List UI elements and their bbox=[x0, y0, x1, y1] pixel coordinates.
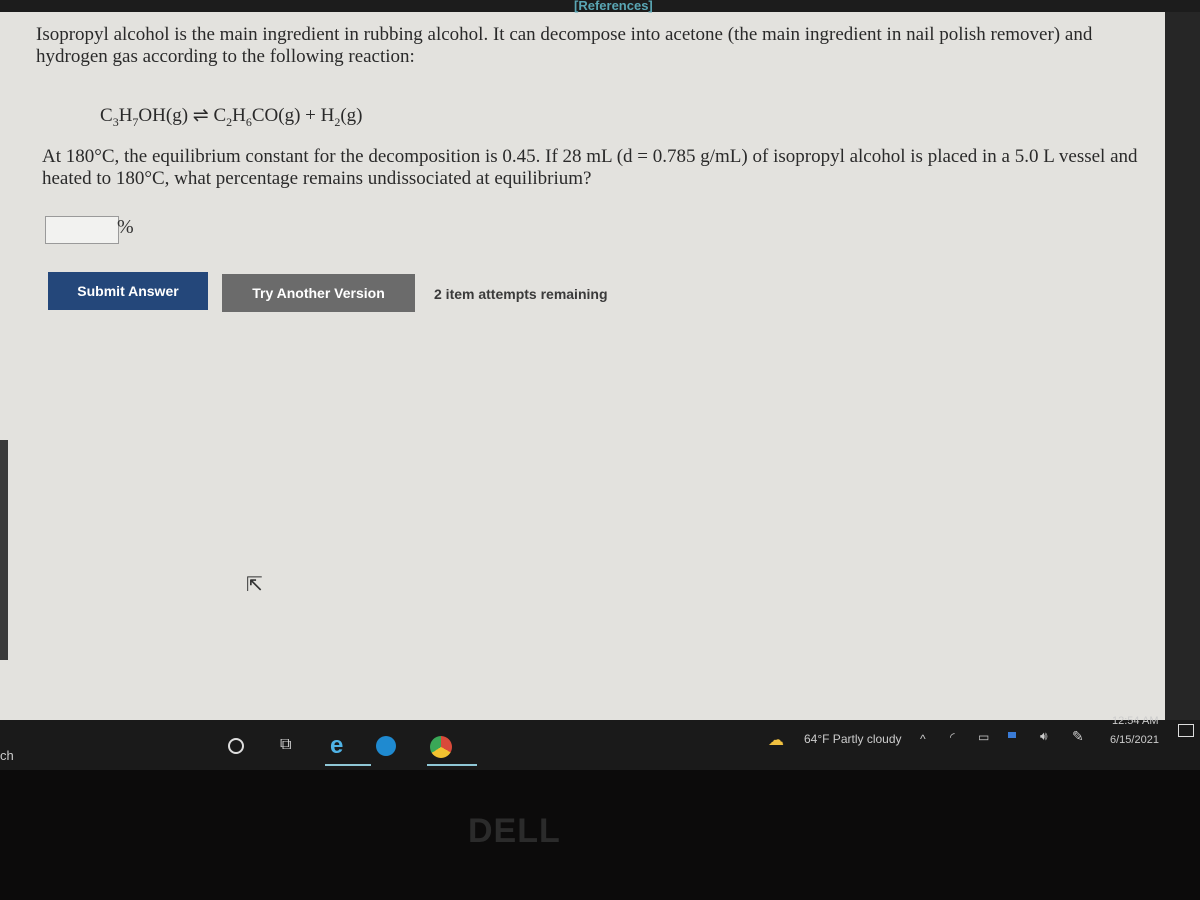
chrome-active-indicator bbox=[427, 764, 477, 766]
battery-icon[interactable]: ▭ bbox=[978, 730, 989, 744]
clock-date[interactable]: 6/15/2021 bbox=[1110, 734, 1159, 746]
clock-time[interactable]: 12:54 AM bbox=[1112, 715, 1158, 727]
ie-active-indicator bbox=[325, 764, 371, 766]
taskbar: ch ⧉ e ☁ 64°F Partly cloudy ^ ◜ ▭ 🔊︎ ✎ 1… bbox=[0, 715, 1200, 770]
mouse-cursor-icon: ⇱ bbox=[246, 574, 263, 596]
question-body: At 180°C, the equilibrium constant for t… bbox=[42, 146, 1138, 189]
dell-logo: DELL bbox=[468, 812, 561, 850]
search-box[interactable]: ch bbox=[0, 748, 14, 763]
references-link[interactable]: [References] bbox=[574, 0, 653, 13]
edge-icon[interactable] bbox=[376, 736, 396, 756]
pen-icon[interactable]: ✎ bbox=[1072, 728, 1084, 745]
screen-edge-left bbox=[0, 440, 8, 660]
show-hidden-icons[interactable]: ^ bbox=[920, 732, 926, 746]
weather-text[interactable]: 64°F Partly cloudy bbox=[804, 732, 902, 746]
unit-label: % bbox=[117, 216, 134, 238]
internet-explorer-icon[interactable]: e bbox=[330, 732, 343, 760]
volume-icon[interactable]: 🔊︎ bbox=[1040, 729, 1048, 744]
screen-edge bbox=[1165, 12, 1200, 720]
task-view-icon[interactable]: ⧉ bbox=[280, 736, 291, 754]
try-another-version-button[interactable]: Try Another Version bbox=[222, 274, 415, 312]
wifi-icon[interactable]: ◜ bbox=[950, 730, 955, 744]
question-intro: Isopropyl alcohol is the main ingredient… bbox=[36, 24, 1093, 67]
answer-input[interactable] bbox=[45, 216, 119, 244]
attempts-remaining: 2 item attempts remaining bbox=[434, 286, 608, 302]
question-page: Isopropyl alcohol is the main ingredient… bbox=[0, 12, 1165, 720]
chrome-icon[interactable] bbox=[430, 736, 452, 758]
cortana-icon[interactable] bbox=[228, 738, 244, 754]
reaction-equation: C3H7OH(g) ⇌ C2H6CO(g) + H2(g) bbox=[100, 105, 363, 129]
onedrive-icon[interactable] bbox=[1008, 732, 1016, 738]
submit-answer-button[interactable]: Submit Answer bbox=[48, 272, 208, 310]
notifications-icon[interactable] bbox=[1178, 724, 1194, 737]
weather-icon[interactable]: ☁ bbox=[768, 730, 784, 750]
